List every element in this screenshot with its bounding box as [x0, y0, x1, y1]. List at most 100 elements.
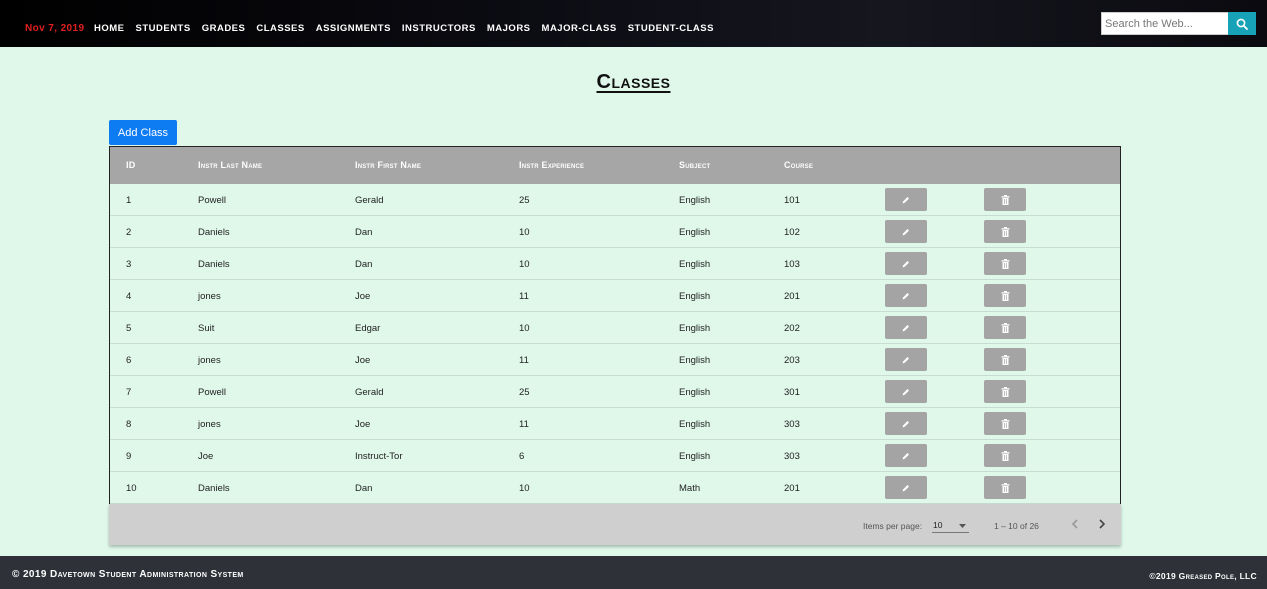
nav-link-students[interactable]: STUDENTS — [136, 23, 191, 34]
current-date: Nov 7, 2019 — [25, 23, 85, 34]
column-header-subject[interactable]: Subject — [679, 160, 710, 170]
add-class-button[interactable]: Add Class — [109, 120, 177, 145]
edit-icon — [902, 324, 909, 331]
delete-icon — [1001, 418, 1009, 429]
top-nav: Nov 7, 2019 HOME STUDENTS GRADES CLASSES… — [0, 0, 1267, 47]
edit-button[interactable] — [885, 412, 927, 435]
edit-button[interactable] — [885, 220, 927, 243]
column-header-instr-last-name[interactable]: Instr Last Name — [198, 160, 262, 170]
table-row: 2 Daniels Dan 10 English 102 — [110, 216, 1120, 248]
cell-subject: English — [679, 323, 711, 334]
delete-button[interactable] — [984, 348, 1026, 371]
cell-instr-first-name: Edgar — [355, 323, 381, 334]
nav-link-student-class[interactable]: STUDENT-CLASS — [628, 23, 714, 34]
table-row: 4 jones Joe 11 English 201 — [110, 280, 1120, 312]
cell-instr-last-name: Suit — [198, 323, 215, 334]
edit-button[interactable] — [885, 476, 927, 499]
edit-button[interactable] — [885, 444, 927, 467]
cell-instr-last-name: Joe — [198, 451, 214, 462]
edit-icon — [902, 484, 909, 491]
edit-icon — [902, 292, 909, 299]
nav-link-instructors[interactable]: INSTRUCTORS — [402, 23, 476, 34]
cell-subject: English — [679, 195, 711, 206]
edit-button[interactable] — [885, 380, 927, 403]
delete-button[interactable] — [984, 412, 1026, 435]
cell-instr-experience: 11 — [519, 355, 529, 366]
page-title: Classes — [596, 71, 671, 93]
delete-button[interactable] — [984, 444, 1026, 467]
column-header-id[interactable]: ID — [126, 160, 135, 170]
delete-icon — [1001, 290, 1009, 301]
table-row: 10 Daniels Dan 10 Math 201 — [110, 472, 1120, 504]
cell-id: 7 — [126, 387, 132, 398]
cell-instr-last-name: Powell — [198, 195, 226, 206]
nav-link-major-class[interactable]: MAJOR-CLASS — [542, 23, 617, 34]
cell-instr-last-name: jones — [198, 355, 221, 366]
cell-course: 101 — [784, 195, 800, 206]
cell-instr-last-name: Daniels — [198, 227, 230, 238]
cell-course: 203 — [784, 355, 800, 366]
cell-course: 303 — [784, 451, 800, 462]
cell-instr-experience: 10 — [519, 259, 530, 270]
page-range-label: 1 – 10 of 26 — [994, 521, 1039, 531]
delete-button[interactable] — [984, 316, 1026, 339]
table-row: 7 Powell Gerald 25 English 301 — [110, 376, 1120, 408]
edit-icon — [902, 388, 909, 395]
delete-icon — [1001, 386, 1009, 397]
next-page-button[interactable] — [1095, 517, 1109, 531]
delete-button[interactable] — [984, 476, 1026, 499]
items-per-page-select[interactable]: 10 — [932, 518, 969, 533]
nav-link-assignments[interactable]: ASSIGNMENTS — [316, 23, 391, 34]
cell-instr-experience: 10 — [519, 483, 530, 494]
cell-instr-last-name: Daniels — [198, 259, 230, 270]
delete-icon — [1001, 322, 1009, 333]
edit-icon — [902, 452, 909, 459]
chevron-left-icon — [1071, 519, 1078, 529]
nav-link-classes[interactable]: CLASSES — [256, 23, 304, 34]
edit-button[interactable] — [885, 188, 927, 211]
delete-button[interactable] — [984, 188, 1026, 211]
items-per-page-value: 10 — [933, 520, 943, 530]
cell-subject: English — [679, 387, 711, 398]
edit-button[interactable] — [885, 252, 927, 275]
cell-subject: English — [679, 355, 711, 366]
nav-link-grades[interactable]: GRADES — [202, 23, 246, 34]
cell-instr-first-name: Instruct-Tor — [355, 451, 403, 462]
cell-instr-first-name: Joe — [355, 355, 371, 366]
column-header-instr-experience[interactable]: Instr Experience — [519, 160, 584, 170]
cell-instr-experience: 11 — [519, 419, 529, 430]
delete-button[interactable] — [984, 284, 1026, 307]
search-input[interactable] — [1101, 12, 1228, 35]
nav-link-majors[interactable]: MAJORS — [487, 23, 531, 34]
previous-page-button[interactable] — [1068, 517, 1082, 531]
edit-button[interactable] — [885, 348, 927, 371]
edit-button[interactable] — [885, 284, 927, 307]
paginator: Items per page: 10 1 – 10 of 26 — [109, 504, 1121, 545]
cell-instr-first-name: Joe — [355, 291, 371, 302]
cell-course: 103 — [784, 259, 800, 270]
delete-icon — [1001, 482, 1009, 493]
cell-instr-first-name: Dan — [355, 259, 373, 270]
edit-button[interactable] — [885, 316, 927, 339]
cell-subject: English — [679, 227, 711, 238]
delete-button[interactable] — [984, 252, 1026, 275]
table-row: 1 Powell Gerald 25 English 101 — [110, 184, 1120, 216]
column-header-course[interactable]: Course — [784, 160, 813, 170]
cell-instr-experience: 25 — [519, 195, 530, 206]
nav-link-home[interactable]: HOME — [94, 23, 125, 34]
cell-instr-last-name: Powell — [198, 387, 226, 398]
footer-copyright: © 2019 Davetown Student Administration S… — [12, 569, 244, 580]
table-row: 3 Daniels Dan 10 English 103 — [110, 248, 1120, 280]
cell-subject: English — [679, 291, 711, 302]
table-row: 6 jones Joe 11 English 203 — [110, 344, 1120, 376]
delete-button[interactable] — [984, 380, 1026, 403]
cell-id: 9 — [126, 451, 132, 462]
cell-subject: English — [679, 451, 711, 462]
delete-icon — [1001, 354, 1009, 365]
delete-button[interactable] — [984, 220, 1026, 243]
column-header-instr-first-name[interactable]: Instr First Name — [355, 160, 421, 170]
cell-instr-experience: 10 — [519, 227, 530, 238]
cell-course: 102 — [784, 227, 800, 238]
edit-icon — [902, 196, 909, 203]
search-button[interactable] — [1228, 12, 1256, 35]
